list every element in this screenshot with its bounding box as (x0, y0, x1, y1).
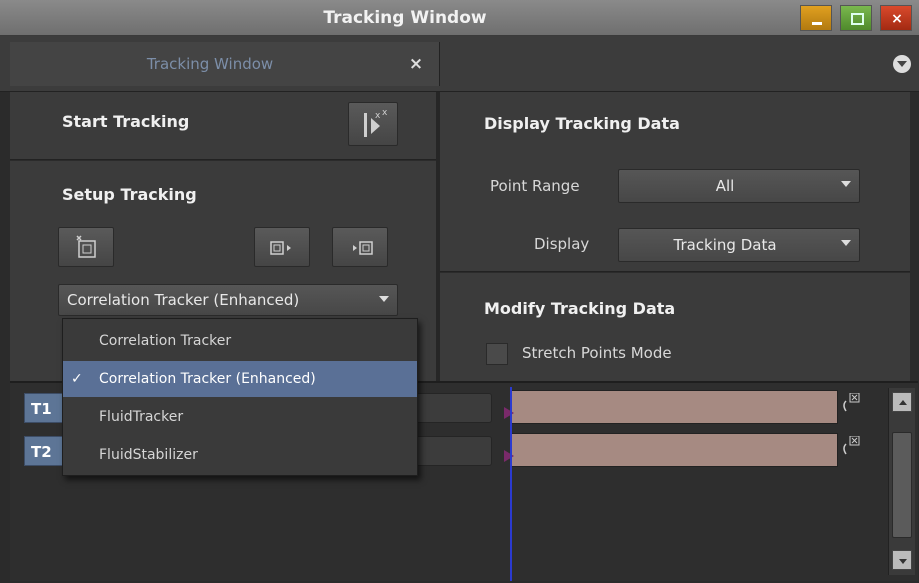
new-tracker-button[interactable] (58, 227, 114, 267)
track-backward-button[interactable] (254, 227, 310, 267)
dropdown-item-fluidstabilizer[interactable]: FluidStabilizer (63, 437, 417, 473)
chevron-down-icon (841, 181, 851, 187)
track-label-t1[interactable]: T1 (24, 393, 64, 423)
tab-tracking-window[interactable]: Tracking Window × (10, 42, 440, 86)
arrow-down-icon (899, 559, 907, 564)
tab-close-icon[interactable]: × (396, 42, 436, 86)
segment-start-icon[interactable] (504, 447, 514, 462)
display-label: Display (534, 235, 590, 253)
playhead[interactable] (510, 387, 512, 581)
track-backward-icon (270, 241, 291, 255)
segment-end-icon[interactable] (840, 392, 862, 413)
maximize-button[interactable] (840, 5, 872, 31)
tracker-type-dropdown[interactable]: Correlation Tracker ✓ Correlation Tracke… (62, 318, 418, 476)
display-tracking-heading: Display Tracking Data (484, 114, 680, 133)
track-forward-icon (353, 241, 373, 255)
stretch-points-checkbox[interactable] (486, 343, 508, 365)
tab-label: Tracking Window (146, 55, 274, 73)
checkmark-icon: ✓ (71, 371, 83, 387)
start-tracking-heading: Start Tracking (62, 112, 190, 131)
dropdown-item-fluidtracker[interactable]: FluidTracker (63, 399, 417, 435)
arrow-up-icon (899, 400, 907, 405)
point-range-select[interactable]: All (618, 169, 860, 203)
window-title: Tracking Window (323, 8, 487, 28)
display-value: Tracking Data (673, 236, 777, 254)
track-label-t2[interactable]: T2 (24, 436, 64, 466)
minimize-button[interactable] (800, 5, 832, 31)
point-range-label: Point Range (490, 177, 580, 195)
dropdown-item-correlation-tracker[interactable]: Correlation Tracker (63, 323, 417, 359)
svg-text:x: x (375, 111, 381, 121)
setup-tracking-heading: Setup Tracking (62, 185, 197, 204)
point-range-value: All (715, 177, 735, 195)
dropdown-item-correlation-tracker-enhanced[interactable]: ✓ Correlation Tracker (Enhanced) (63, 361, 417, 397)
close-button[interactable]: × (880, 5, 912, 31)
maximize-icon (851, 13, 864, 25)
segment-end-icon[interactable] (840, 435, 862, 456)
modify-tracking-heading: Modify Tracking Data (484, 299, 676, 318)
start-tracking-button[interactable]: x x (348, 102, 398, 146)
timeline-scrollbar[interactable] (888, 388, 915, 575)
track-segment[interactable] (510, 433, 838, 467)
scroll-up-button[interactable] (892, 392, 912, 412)
scroll-thumb[interactable] (892, 432, 912, 538)
title-bar[interactable]: Tracking Window × (0, 0, 919, 36)
display-select[interactable]: Tracking Data (618, 228, 860, 262)
track-segment[interactable] (510, 390, 838, 424)
chevron-down-icon (841, 240, 851, 246)
svg-text:x: x (382, 108, 388, 118)
segment-start-icon[interactable] (504, 404, 514, 419)
stretch-points-label: Stretch Points Mode (522, 344, 672, 362)
modify-tracking-panel: Modify Tracking Data Stretch Points Mode (440, 273, 910, 381)
start-tracking-icon: x x (364, 108, 388, 137)
start-tracking-panel: Start Tracking x x (10, 92, 436, 160)
tracker-type-select[interactable]: Correlation Tracker (Enhanced) (58, 284, 398, 316)
scroll-down-button[interactable] (892, 550, 912, 570)
display-tracking-panel: Display Tracking Data Point Range All Di… (440, 92, 910, 272)
chevron-down-icon (379, 296, 389, 302)
tracker-type-value: Correlation Tracker (Enhanced) (67, 291, 300, 309)
track-forward-button[interactable] (332, 227, 388, 267)
close-icon: × (891, 11, 903, 27)
minimize-icon (812, 22, 822, 25)
chevron-down-circle-icon[interactable] (893, 55, 911, 73)
new-tracker-icon (76, 235, 96, 258)
